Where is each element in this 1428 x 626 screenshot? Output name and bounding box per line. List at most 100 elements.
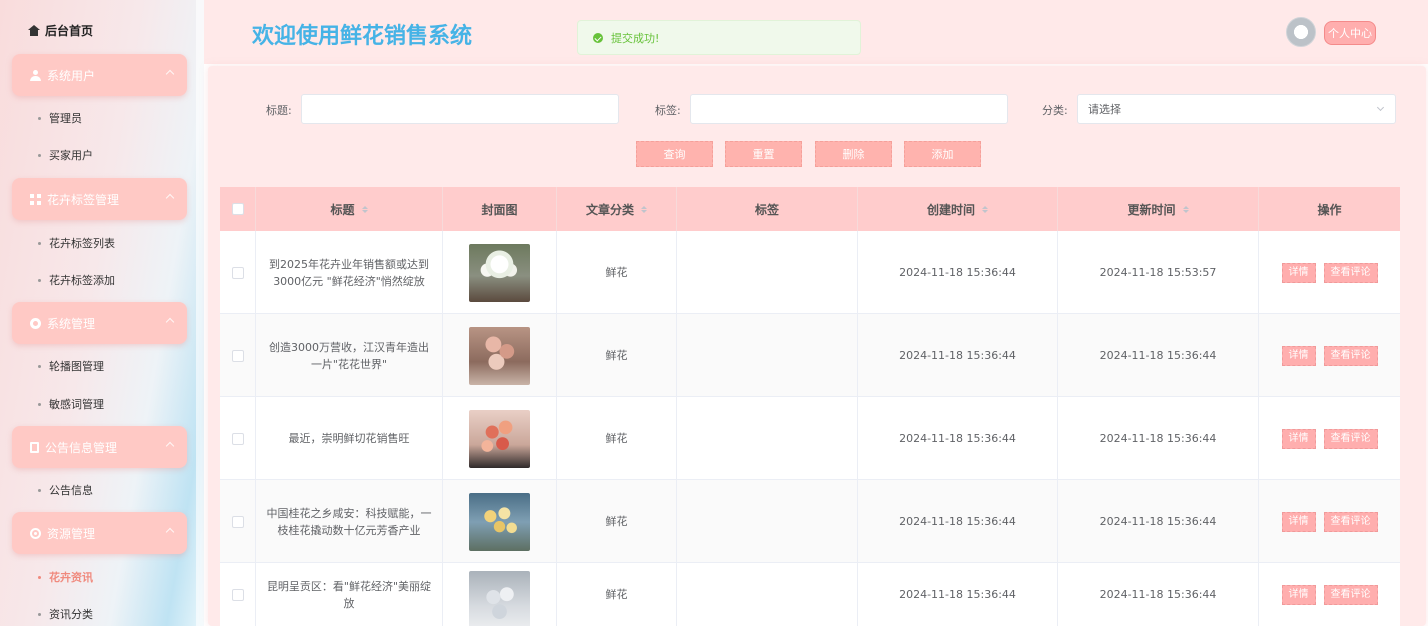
user-icon [30,69,41,81]
reset-button[interactable]: 重置 [725,141,802,167]
row-checkbox[interactable] [231,266,244,279]
column-actions: 操作 [1259,187,1400,231]
sidebar-item-announcement-info[interactable]: 公告信息 [38,482,93,498]
detail-button[interactable]: 详情 [1281,262,1316,283]
sidebar-item-news-categories[interactable]: 资讯分类 [38,606,93,622]
row-created: 2024-11-18 15:36:44 [858,231,1058,314]
column-label: 创建时间 [926,202,975,217]
tag-filter-label: 标签: [655,104,681,117]
detail-button[interactable]: 详情 [1281,345,1316,366]
sidebar-group-resources[interactable]: 资源管理 [12,512,187,554]
column-label: 封面图 [481,202,518,217]
detail-button[interactable]: 详情 [1281,511,1316,532]
sidebar-home-label: 后台首页 [45,23,94,38]
row-category: 鲜花 [557,314,677,397]
chevron-down-icon [1376,103,1385,112]
search-button[interactable]: 查询 [636,141,713,167]
row-cover-cell [443,314,557,397]
row-tags [677,397,858,480]
row-checkbox[interactable] [231,432,244,445]
column-created[interactable]: 创建时间 [858,187,1058,231]
row-title: 到2025年花卉业年销售额或达到3000亿元 "鲜花经济"悄然绽放 [256,231,443,314]
row-checkbox[interactable] [231,515,244,528]
row-tags [677,563,858,626]
row-title: 最近，崇明鲜切花销售旺 [256,397,443,480]
sidebar-group-label: 系统用户 [47,68,96,83]
column-category[interactable]: 文章分类 [557,187,677,231]
row-actions: 详情 查看评论 [1259,397,1400,480]
table-row: 中国桂花之乡咸安：科技赋能，一枝桂花撬动数十亿元芳香产业 鲜花 2024-11-… [220,480,1400,563]
sidebar-item-label: 敏感词管理 [49,398,104,411]
bullet-icon [38,612,41,616]
sidebar-item-home[interactable]: 后台首页 [28,22,93,38]
sidebar-group-flower-tags[interactable]: 花卉标签管理 [12,178,187,220]
row-updated: 2024-11-18 15:36:44 [1058,397,1259,480]
category-select[interactable]: 请选择 [1077,94,1396,124]
sidebar-item-buyers[interactable]: 买家用户 [38,147,93,163]
home-icon [28,24,40,36]
sort-icon[interactable] [641,205,647,213]
row-actions: 详情 查看评论 [1259,480,1400,563]
sidebar-group-system-management[interactable]: 系统管理 [12,302,187,344]
row-tags [677,231,858,314]
table-row: 创造3000万营收，江汉青年造出一片"花花世界" 鲜花 2024-11-18 1… [220,314,1400,397]
add-button[interactable]: 添加 [904,141,981,167]
title-filter-label: 标题: [266,104,292,117]
sidebar-item-flower-news[interactable]: 花卉资讯 [38,569,93,585]
chevron-up-icon [165,193,175,203]
sidebar-item-label: 花卉标签添加 [49,274,115,287]
view-comments-button[interactable]: 查看评论 [1323,262,1378,283]
row-select-cell [220,480,256,563]
sidebar-group-announcements[interactable]: 公告信息管理 [12,426,187,468]
view-comments-button[interactable]: 查看评论 [1323,428,1378,449]
personal-center-button[interactable]: 个人中心 [1324,21,1376,45]
sidebar: 后台首页 系统用户 管理员 买家用户 花卉标签管理 花卉标签列表 花卉标签添加 … [0,0,204,626]
chevron-up-icon [165,527,175,537]
column-cover: 封面图 [443,187,557,231]
table-header: 标题 封面图 文章分类 标签 创建时间 更新时间 操作 [220,187,1400,231]
row-created: 2024-11-18 15:36:44 [858,480,1058,563]
sort-icon[interactable] [361,205,368,213]
detail-button[interactable]: 详情 [1281,584,1316,605]
bullet-icon [38,488,41,492]
avatar[interactable] [1286,17,1316,47]
sidebar-item-label: 资讯分类 [49,608,93,621]
view-comments-button[interactable]: 查看评论 [1323,584,1378,605]
sort-icon[interactable] [1182,205,1189,213]
table-row: 最近，崇明鲜切花销售旺 鲜花 2024-11-18 15:36:44 2024-… [220,397,1400,480]
view-comments-button[interactable]: 查看评论 [1323,345,1378,366]
chevron-up-icon [165,317,175,327]
row-checkbox[interactable] [231,588,244,601]
column-updated[interactable]: 更新时间 [1058,187,1259,231]
sidebar-item-carousel[interactable]: 轮播图管理 [38,358,104,374]
sidebar-item-tag-add[interactable]: 花卉标签添加 [38,272,115,288]
category-select-placeholder: 请选择 [1088,103,1121,116]
check-circle-icon [593,32,603,43]
bullet-icon [38,575,41,579]
select-all-checkbox[interactable] [231,203,244,215]
view-comments-button[interactable]: 查看评论 [1323,511,1378,532]
sidebar-item-sensitive-words[interactable]: 敏感词管理 [38,396,104,412]
title-filter-input[interactable] [301,94,619,124]
cover-image [469,492,530,551]
delete-button[interactable]: 删除 [815,141,892,167]
row-updated: 2024-11-18 15:36:44 [1058,563,1259,626]
chevron-up-icon [165,441,175,451]
row-title: 创造3000万营收，江汉青年造出一片"花花世界" [256,314,443,397]
row-tags [677,480,858,563]
row-select-cell [220,563,256,626]
bullet-icon [38,116,41,120]
row-checkbox[interactable] [231,349,244,362]
row-tags [677,314,858,397]
sidebar-group-system-users[interactable]: 系统用户 [12,54,187,96]
sidebar-item-label: 花卉资讯 [49,571,93,584]
sidebar-item-admin[interactable]: 管理员 [38,110,82,126]
column-title[interactable]: 标题 [256,187,443,231]
tag-filter-input[interactable] [690,94,1008,124]
column-label: 标签 [754,202,779,217]
sidebar-item-tag-list[interactable]: 花卉标签列表 [38,235,115,251]
sort-icon[interactable] [982,205,988,213]
detail-button[interactable]: 详情 [1281,428,1316,449]
chevron-up-icon [165,69,175,79]
row-select-cell [220,314,256,397]
